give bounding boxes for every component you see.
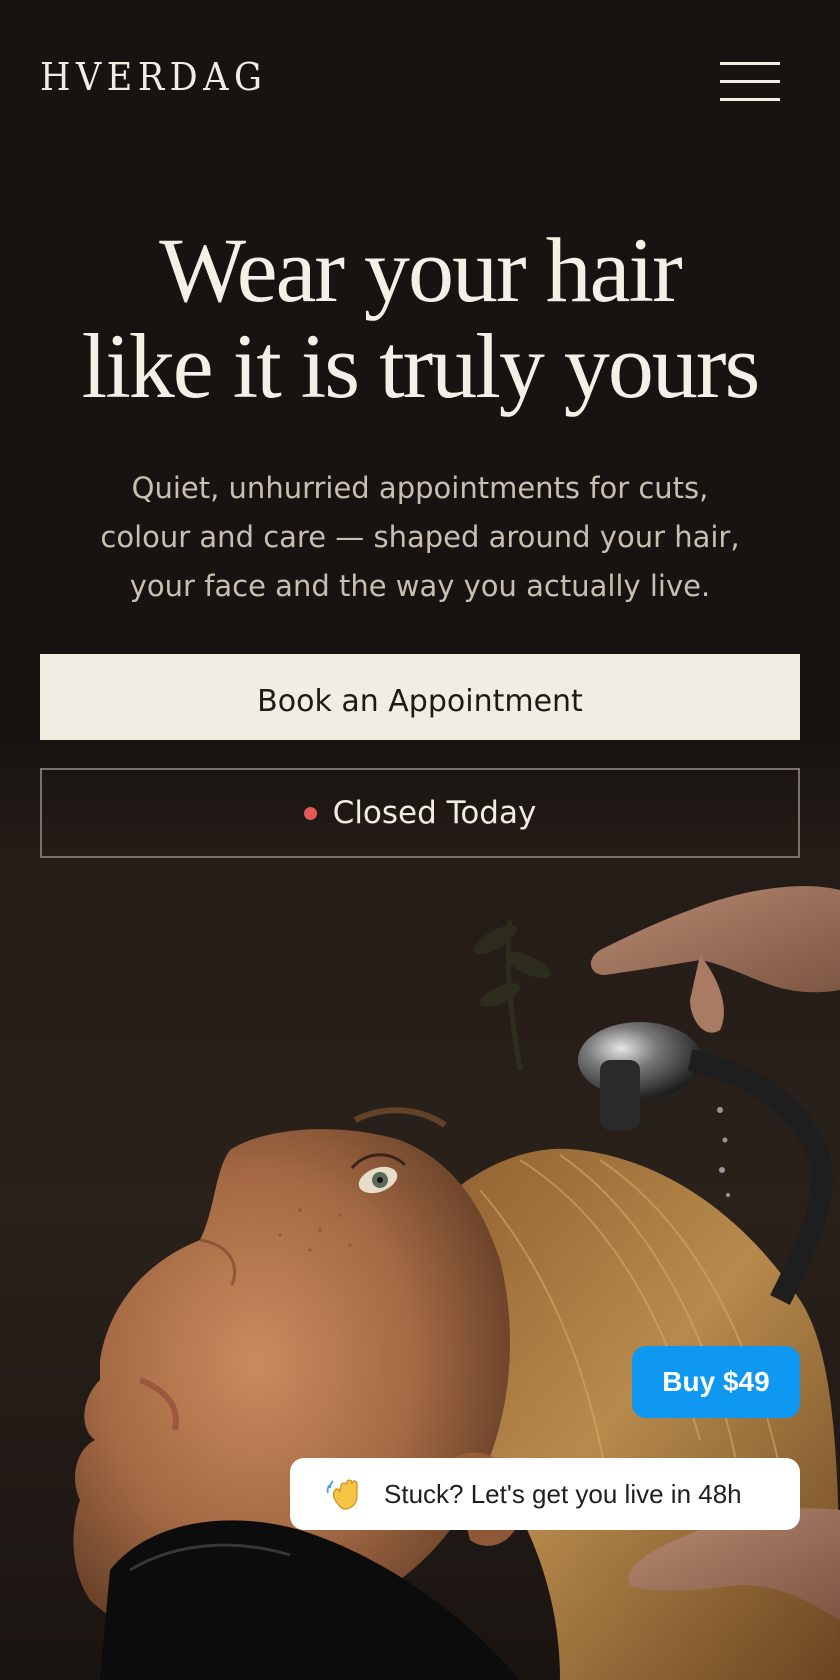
landing-page: HVERDAG Wear your hair like it is truly … (0, 0, 840, 1680)
salon-hair-wash-photo (0, 740, 840, 1680)
hero-headline-line-1: Wear your hair (159, 219, 682, 321)
subtitle-line-2: colour and care — shaped around your hai… (100, 520, 740, 554)
chat-prompt-text: Stuck? Let's get you live in 48h (384, 1478, 742, 1509)
subtitle-line-3: your face and the way you actually live. (129, 569, 711, 603)
brand-logo[interactable]: HVERDAG (40, 58, 267, 96)
hamburger-menu-icon[interactable] (720, 60, 780, 106)
status-dot-icon (303, 806, 317, 820)
menu-bar (720, 98, 780, 101)
hero-subtitle: Quiet, unhurried appointments for cuts, … (40, 464, 800, 611)
closed-today-status-button[interactable]: Closed Today (40, 768, 800, 858)
waving-hand-icon (326, 1479, 358, 1510)
chat-prompt-bubble[interactable]: Stuck? Let's get you live in 48h (290, 1458, 800, 1530)
subtitle-line-1: Quiet, unhurried appointments for cuts, (131, 471, 709, 505)
menu-bar (720, 62, 780, 65)
status-label: Closed Today (332, 795, 537, 831)
buy-button[interactable]: Buy $49 (632, 1346, 800, 1418)
menu-bar (720, 80, 780, 83)
hero-headline-line-2: like it is truly yours (81, 315, 761, 417)
book-appointment-button[interactable]: Book an Appointment (40, 654, 800, 748)
